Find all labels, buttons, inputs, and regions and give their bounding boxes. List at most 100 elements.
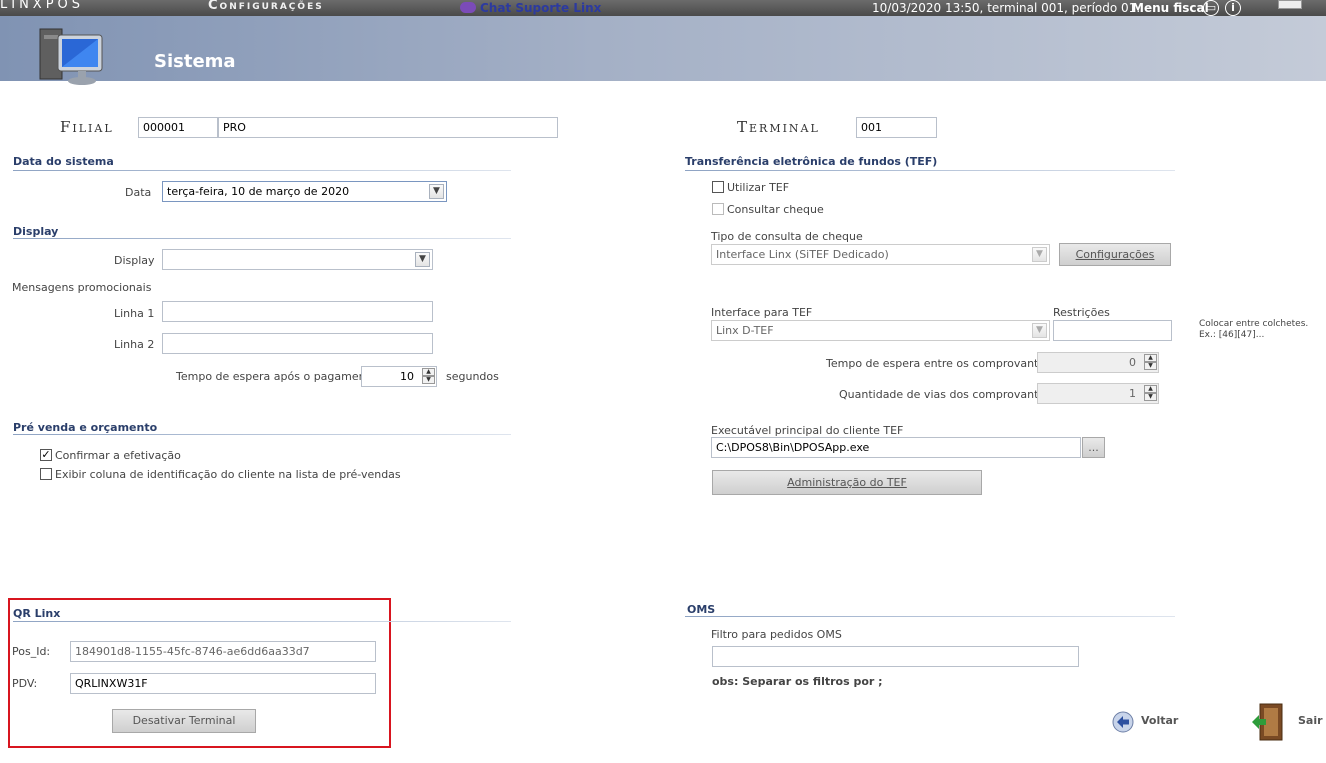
spin-buttons[interactable]: ▲ ▼ <box>422 368 435 385</box>
menu-fiscal-link[interactable]: Menu fiscal <box>1132 1 1209 15</box>
prevenda-heading: Pré venda e orçamento <box>13 421 158 434</box>
data-value: terça-feira, 10 de março de 2020 <box>167 185 350 198</box>
exit-door-icon <box>1252 703 1283 741</box>
restricoes-input[interactable] <box>1053 320 1172 341</box>
tempo-espera-value: 10 <box>400 370 414 383</box>
section-divider <box>685 170 1175 171</box>
confirmar-checkbox[interactable]: ✓ <box>40 449 52 461</box>
linha1-input[interactable] <box>162 301 433 322</box>
data-sistema-heading: Data do sistema <box>13 155 114 168</box>
session-status: 10/03/2020 13:50, terminal 001, período … <box>872 1 1141 15</box>
tempo-comprovantes-label: Tempo de espera entre os comprovantes <box>826 357 1051 370</box>
vias-comprovantes-stepper[interactable]: 1 ▲ ▼ <box>1037 383 1159 404</box>
tipo-consulta-label: Tipo de consulta de cheque <box>711 230 863 243</box>
top-bar: LINXPOS Configurações Chat Suporte Linx … <box>0 0 1326 16</box>
pos-id-label: Pos_Id: <box>12 645 51 658</box>
section-title: Configurações <box>208 0 324 13</box>
section-divider <box>13 170 511 171</box>
utilizar-tef-checkbox[interactable] <box>712 181 724 193</box>
linha2-input[interactable] <box>162 333 433 354</box>
restricoes-label: Restrições <box>1053 306 1110 319</box>
linha1-label: Linha 1 <box>114 307 155 320</box>
tempo-espera-label: Tempo de espera após o pagamento <box>176 370 377 383</box>
filial-label: Filial <box>60 118 114 136</box>
chevron-down-icon[interactable]: ▼ <box>1032 323 1047 338</box>
linha2-label: Linha 2 <box>114 338 155 351</box>
spin-buttons[interactable]: ▲ ▼ <box>1144 385 1157 402</box>
filial-name-field[interactable]: PRO <box>218 117 558 138</box>
colchetes-example: Ex.: [46][47]... <box>1199 330 1265 340</box>
arrow-up-icon[interactable]: ▲ <box>1144 385 1157 393</box>
chat-bubble-icon <box>460 2 476 13</box>
chat-support-label: Chat Suporte Linx <box>480 1 602 15</box>
arrow-down-icon[interactable]: ▼ <box>422 376 435 384</box>
interface-tef-value: Linx D-TEF <box>716 324 774 337</box>
data-label: Data <box>125 186 152 199</box>
voltar-button[interactable]: Voltar <box>1111 710 1191 734</box>
executavel-label: Executável principal do cliente TEF <box>711 424 904 437</box>
section-divider <box>13 238 511 239</box>
display-heading: Display <box>13 225 59 238</box>
executavel-input[interactable]: C:\DPOS8\Bin\DPOSApp.exe <box>711 437 1081 458</box>
computer-system-icon <box>39 28 103 85</box>
display-label: Display <box>114 254 155 267</box>
arrow-down-icon[interactable]: ▼ <box>1144 362 1157 370</box>
interface-tef-select[interactable]: Linx D-TEF ▼ <box>711 320 1050 341</box>
oms-heading: OMS <box>687 603 716 616</box>
info-icon[interactable]: i <box>1225 0 1241 16</box>
filial-code-field[interactable]: 000001 <box>138 117 218 138</box>
tempo-comprovantes-value: 0 <box>1129 356 1136 369</box>
section-divider <box>13 434 511 435</box>
data-date-picker[interactable]: terça-feira, 10 de março de 2020 ▼ <box>162 181 447 202</box>
tipo-consulta-value: Interface Linx (SiTEF Dedicado) <box>716 248 889 261</box>
chat-window-icon[interactable]: ▭ <box>1203 0 1219 16</box>
consultar-cheque-label: Consultar cheque <box>727 203 824 216</box>
filtro-oms-input[interactable] <box>712 646 1079 667</box>
confirmar-label: Confirmar a efetivação <box>55 449 181 462</box>
segundos-unit: segundos <box>446 370 499 383</box>
configuracoes-button[interactable]: Configurações <box>1059 243 1171 266</box>
arrow-up-icon[interactable]: ▲ <box>1144 354 1157 362</box>
pos-id-field[interactable]: 184901d8-1155-45fc-8746-ae6dd6aa33d7 <box>70 641 376 662</box>
section-divider <box>685 616 1175 617</box>
pdv-label: PDV: <box>12 677 38 690</box>
consultar-cheque-checkbox[interactable] <box>712 203 724 215</box>
qr-linx-heading: QR Linx <box>13 607 61 620</box>
sair-label: Sair <box>1298 714 1323 727</box>
vias-comprovantes-value: 1 <box>1129 387 1136 400</box>
filtro-oms-label: Filtro para pedidos OMS <box>711 628 842 641</box>
tempo-comprovantes-stepper[interactable]: 0 ▲ ▼ <box>1037 352 1159 373</box>
page-header: Sistema <box>0 16 1326 81</box>
terminal-label: Terminal <box>737 118 820 136</box>
vias-comprovantes-label: Quantidade de vias dos comprovantes <box>839 388 1051 401</box>
arrow-down-icon[interactable]: ▼ <box>1144 393 1157 401</box>
desativar-terminal-button[interactable]: Desativar Terminal <box>112 709 256 733</box>
interface-tef-label: Interface para TEF <box>711 306 813 319</box>
voltar-label: Voltar <box>1141 714 1179 727</box>
pdv-field[interactable]: QRLINXW31F <box>70 673 376 694</box>
page-title: Sistema <box>154 51 236 72</box>
utilizar-tef-label: Utilizar TEF <box>727 181 790 194</box>
arrow-up-icon[interactable]: ▲ <box>422 368 435 376</box>
chevron-down-icon[interactable]: ▼ <box>429 184 444 199</box>
display-select[interactable]: ▼ <box>162 249 433 270</box>
tipo-consulta-select[interactable]: Interface Linx (SiTEF Dedicado) ▼ <box>711 244 1050 265</box>
tempo-espera-stepper[interactable]: 10 ▲ ▼ <box>361 366 437 387</box>
chevron-down-icon[interactable]: ▼ <box>1032 247 1047 262</box>
oms-obs-note: obs: Separar os filtros por ; <box>712 675 883 688</box>
back-arrow-icon <box>1112 711 1134 733</box>
chat-support-link[interactable]: Chat Suporte Linx <box>460 1 601 15</box>
minimize-window-icon[interactable] <box>1278 0 1302 9</box>
administracao-tef-button[interactable]: Administração do TEF <box>712 470 982 495</box>
section-divider <box>13 621 511 622</box>
exibir-coluna-checkbox[interactable] <box>40 468 52 480</box>
colchetes-note: Colocar entre colchetes. <box>1199 319 1309 329</box>
spin-buttons[interactable]: ▲ ▼ <box>1144 354 1157 371</box>
chevron-down-icon[interactable]: ▼ <box>415 252 430 267</box>
sair-button[interactable]: Sair <box>1250 702 1324 742</box>
tef-heading: Transferência eletrônica de fundos (TEF) <box>685 155 938 168</box>
mensagens-promocionais-label: Mensagens promocionais <box>12 281 152 294</box>
browse-button[interactable]: ... <box>1082 437 1105 458</box>
brand-logo: LINXPOS <box>0 0 85 12</box>
terminal-field[interactable]: 001 <box>856 117 937 138</box>
